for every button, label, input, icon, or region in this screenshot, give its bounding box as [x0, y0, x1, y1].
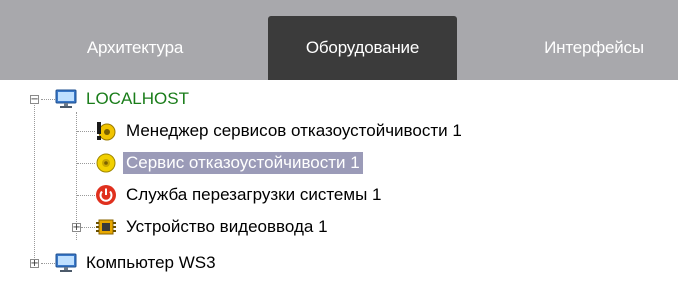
hardware-tree: − + + LOCALHOST Менеджер сервисов отказо…	[11, 80, 678, 286]
failover-service-icon	[95, 152, 117, 174]
tree-line	[34, 96, 35, 262]
top-tab-bar: Архитектура Оборудование Интерфейсы	[0, 0, 678, 80]
tab-architecture[interactable]: Архитектура	[50, 16, 220, 80]
tree-line	[77, 131, 95, 132]
tree-line	[77, 163, 95, 164]
tree-node-ws3[interactable]: Компьютер WS3	[55, 249, 219, 277]
tree-node-localhost[interactable]: LOCALHOST	[55, 85, 192, 113]
tree-node-label: Устройство видеоввода 1	[126, 217, 328, 236]
tree-node-video-capture[interactable]: Устройство видеоввода 1	[95, 213, 331, 241]
tree-node-label: Служба перезагрузки системы 1	[126, 185, 382, 204]
expand-toggle-ws3[interactable]: +	[30, 258, 39, 268]
tree-node-label: LOCALHOST	[86, 89, 189, 108]
video-capture-chip-icon	[95, 216, 117, 238]
tree-node-failover-manager[interactable]: Менеджер сервисов отказоустойчивости 1	[95, 117, 465, 145]
tree-node-label: Менеджер сервисов отказоустойчивости 1	[126, 121, 462, 140]
tree-line	[81, 227, 95, 228]
tree-node-system-reboot[interactable]: Служба перезагрузки системы 1	[95, 181, 384, 209]
tab-equipment[interactable]: Оборудование	[268, 16, 457, 80]
collapse-toggle-localhost[interactable]: −	[30, 94, 39, 104]
tree-node-label: Компьютер WS3	[86, 253, 216, 272]
failover-manager-icon	[95, 120, 117, 142]
computer-icon	[55, 252, 77, 274]
power-icon	[95, 184, 117, 206]
tab-interfaces[interactable]: Интерфейсы	[510, 16, 678, 80]
tree-node-label: Сервис отказоустойчивости 1	[123, 152, 363, 174]
expand-toggle-video-capture[interactable]: +	[72, 222, 81, 232]
tree-line	[77, 195, 95, 196]
computer-icon	[55, 88, 77, 110]
tree-node-failover-service[interactable]: Сервис отказоустойчивости 1	[95, 149, 363, 177]
